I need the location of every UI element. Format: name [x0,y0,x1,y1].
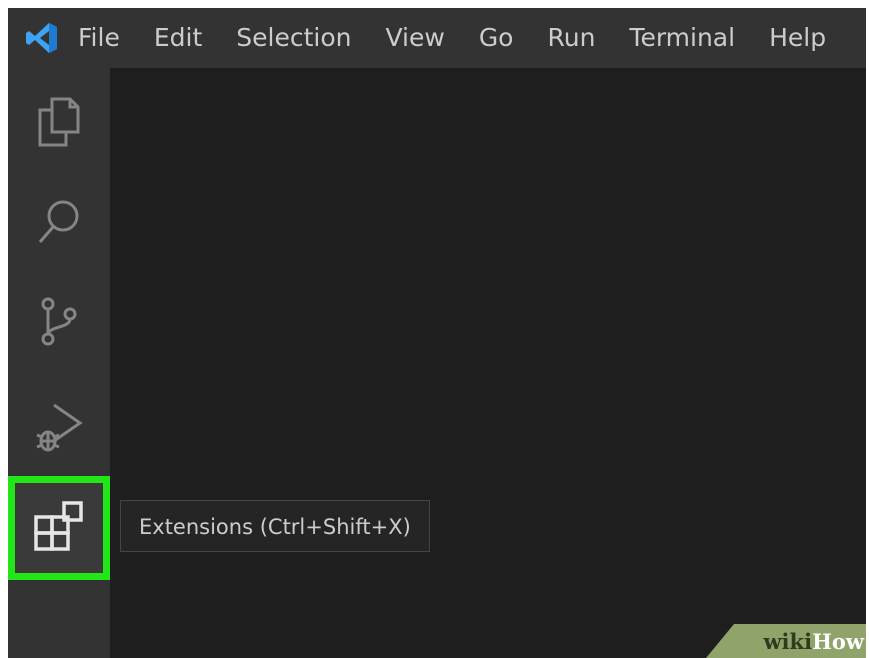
menu-bar: File Edit Selection View Go Run Terminal… [66,8,843,68]
extensions-tooltip: Extensions (Ctrl+Shift+X) [120,500,430,552]
search-button[interactable] [8,168,110,276]
extensions-button[interactable] [8,476,110,580]
menu-view[interactable]: View [368,8,461,68]
menu-run[interactable]: Run [530,8,612,68]
search-icon [36,196,82,248]
editor-area[interactable] [110,68,866,658]
run-debug-icon [34,401,84,453]
menu-go[interactable]: Go [462,8,531,68]
watermark-wiki: wiki [763,628,813,654]
explorer-button[interactable] [8,68,110,176]
source-control-icon [36,296,82,348]
vscode-window: File Edit Selection View Go Run Terminal… [8,8,866,658]
menu-help[interactable]: Help [752,8,843,68]
title-menu-bar: File Edit Selection View Go Run Terminal… [8,8,866,68]
source-control-button[interactable] [8,268,110,376]
menu-edit[interactable]: Edit [137,8,219,68]
vscode-logo-icon[interactable] [20,8,64,68]
menu-file[interactable]: File [66,8,137,68]
menu-terminal[interactable]: Terminal [612,8,752,68]
run-debug-button[interactable] [8,373,110,481]
activity-bar [8,68,110,658]
menu-selection[interactable]: Selection [219,8,368,68]
wikihow-watermark: wiki How [706,624,866,658]
watermark-how: How [812,628,864,654]
explorer-files-icon [36,96,82,148]
extensions-icon [33,500,85,556]
